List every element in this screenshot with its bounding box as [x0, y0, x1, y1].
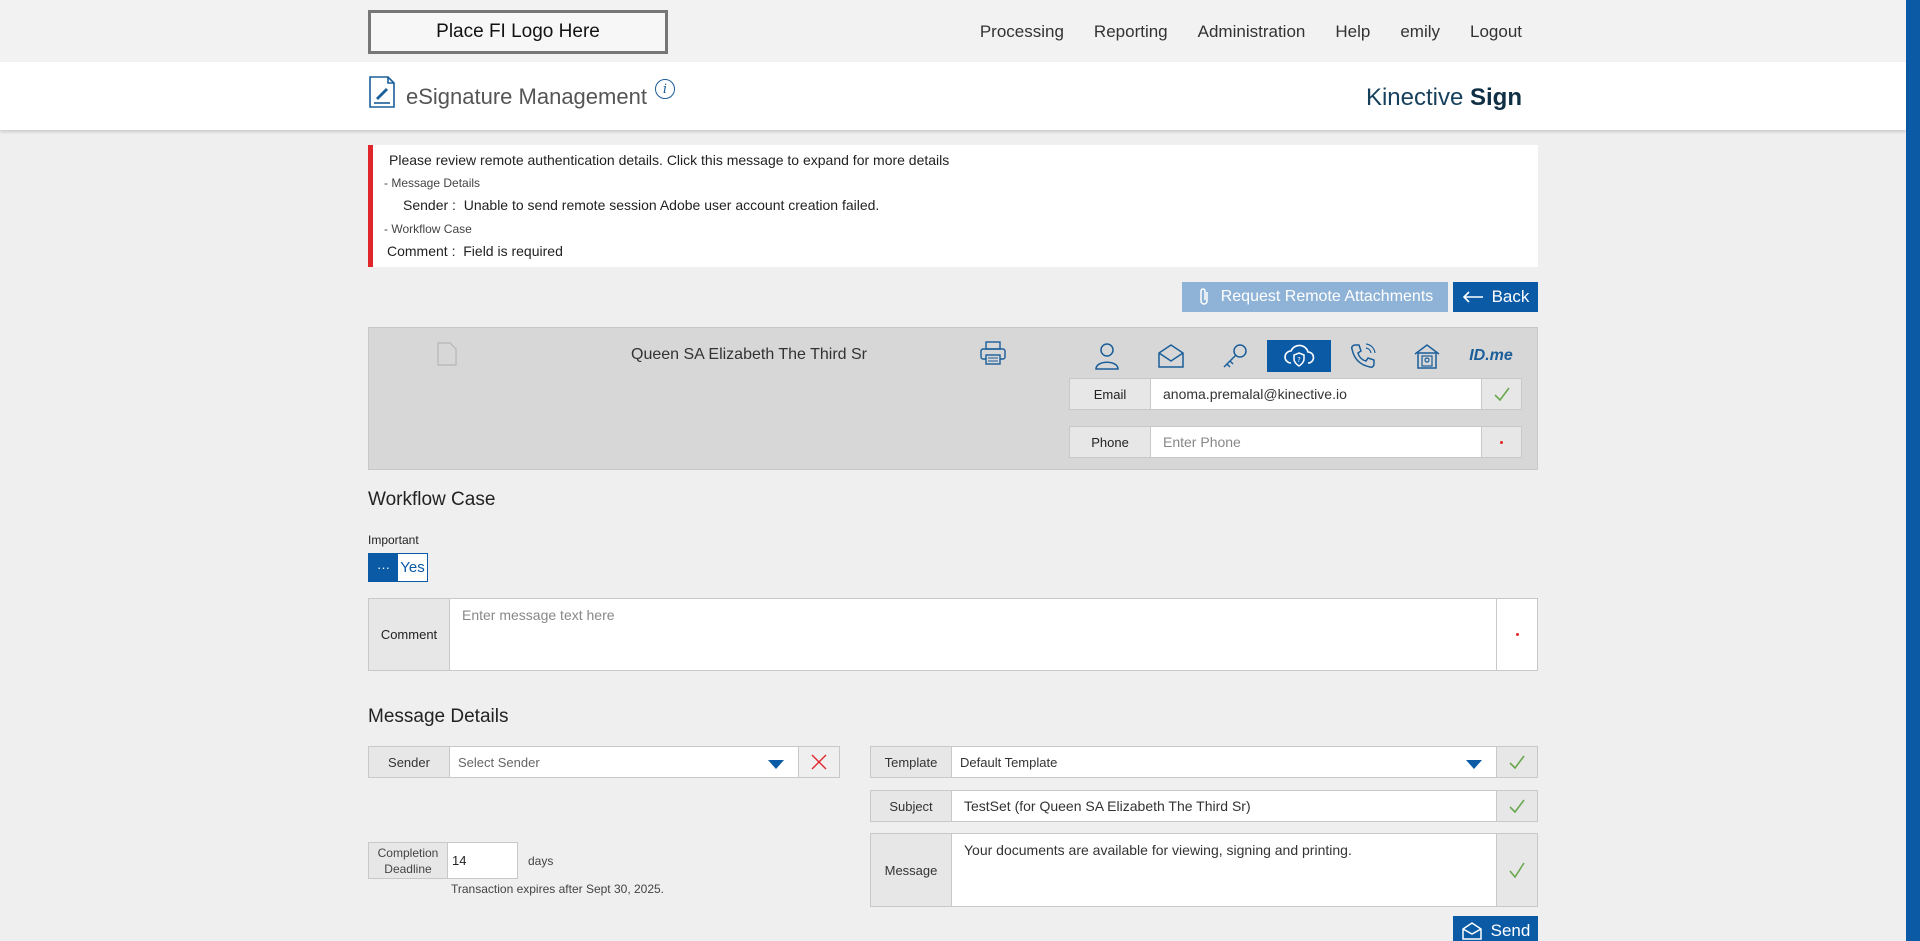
chevron-down-icon	[1466, 760, 1482, 769]
comment-textarea[interactable]: Enter message text here	[449, 599, 1496, 670]
comment-label: Comment	[369, 599, 449, 670]
sender-clear-button[interactable]	[798, 747, 839, 777]
sender-select[interactable]: Select Sender	[449, 747, 798, 777]
alert-main-text: Please review remote authentication deta…	[389, 152, 950, 168]
message-valid-icon	[1496, 834, 1537, 906]
message-details-heading: Message Details	[368, 706, 509, 727]
alert-sender-row: Sender : Unable to send remote session A…	[403, 197, 880, 213]
template-select[interactable]: Default Template	[951, 747, 1496, 777]
email-label: Email	[1070, 379, 1150, 409]
page-title: eSignature Management	[406, 84, 647, 109]
sender-label: Sender	[369, 747, 449, 777]
recipient-name: Queen SA Elizabeth The Third Sr	[631, 346, 867, 363]
alert-section-message-details: - Message Details	[384, 176, 481, 190]
auth-user-icon[interactable]	[1075, 340, 1139, 372]
email-field[interactable]: anoma.premalal@kinective.io	[1150, 379, 1481, 409]
nav-reporting[interactable]: Reporting	[1094, 22, 1168, 42]
page-header: eSignature Management i Kinective Sign	[0, 62, 1906, 130]
important-label: Important	[368, 533, 419, 547]
back-button[interactable]: Back	[1453, 282, 1538, 312]
template-label: Template	[871, 747, 951, 777]
right-edge-stripe	[1906, 0, 1920, 941]
subject-field-row: Subject TestSet (for Queen SA Elizabeth …	[870, 790, 1538, 822]
auth-envelope-icon[interactable]	[1139, 340, 1203, 372]
brand-logo: Kinective Sign	[1365, 84, 1522, 111]
phone-required-indicator	[1481, 427, 1521, 457]
top-bar: Place FI Logo Here Processing Reporting …	[0, 0, 1906, 62]
document-icon	[437, 342, 457, 366]
template-field-row: Template Default Template	[870, 746, 1538, 778]
message-label: Message	[871, 834, 951, 906]
alert-comment-row: Comment : Field is required	[387, 243, 563, 259]
nav-logout[interactable]: Logout	[1470, 22, 1522, 42]
arrow-left-icon	[1462, 291, 1483, 303]
phone-label: Phone	[1070, 427, 1150, 457]
svg-text:?: ?	[1297, 356, 1301, 364]
alert-section-workflow: - Workflow Case	[384, 222, 472, 236]
auth-method-icons: ? ID.me	[1075, 340, 1523, 372]
nav-processing[interactable]: Processing	[980, 22, 1064, 42]
fi-logo-placeholder: Place FI Logo Here	[368, 10, 668, 54]
email-valid-icon	[1481, 379, 1521, 409]
document-sign-icon	[369, 76, 395, 108]
info-icon[interactable]: i	[655, 79, 675, 99]
comment-required-indicator	[1496, 599, 1537, 670]
nav-help[interactable]: Help	[1335, 22, 1370, 42]
subject-valid-icon	[1496, 791, 1537, 821]
nav-user[interactable]: emily	[1400, 22, 1440, 42]
auth-house-user-icon[interactable]	[1395, 340, 1459, 372]
toggle-value: Yes	[400, 559, 425, 576]
expiry-note: Transaction expires after Sept 30, 2025.	[451, 882, 665, 896]
template-valid-icon	[1496, 747, 1537, 777]
chevron-down-icon	[768, 760, 784, 769]
phone-field-row: Phone Enter Phone	[1069, 426, 1522, 458]
envelope-cloud-icon	[1461, 922, 1482, 940]
message-field-row: Message Your documents are available for…	[870, 833, 1538, 907]
close-icon	[811, 754, 827, 770]
important-toggle[interactable]: ··· Yes	[368, 553, 428, 582]
subject-label: Subject	[871, 791, 951, 821]
recipient-panel: Queen SA Elizabeth The Third Sr ? ID.me …	[368, 327, 1538, 470]
alert-message[interactable]: Please review remote authentication deta…	[368, 145, 1538, 267]
message-textarea[interactable]: Your documents are available for viewing…	[951, 834, 1496, 906]
workflow-case-heading: Workflow Case	[368, 489, 496, 510]
completion-deadline-input[interactable]: 14	[448, 842, 518, 879]
subject-input[interactable]: TestSet (for Queen SA Elizabeth The Thir…	[951, 791, 1496, 821]
nav-administration[interactable]: Administration	[1198, 22, 1306, 42]
completion-deadline-label: Completion Deadline	[368, 842, 448, 879]
phone-input[interactable]: Enter Phone	[1150, 427, 1481, 457]
toggle-knob: ···	[369, 554, 398, 581]
top-nav: Processing Reporting Administration Help…	[980, 22, 1522, 42]
paperclip-icon	[1199, 288, 1208, 305]
email-field-row: Email anoma.premalal@kinective.io	[1069, 378, 1522, 410]
auth-idme-icon[interactable]: ID.me	[1459, 340, 1523, 372]
request-remote-attachments-button[interactable]: Request Remote Attachments	[1182, 282, 1448, 312]
auth-key-icon[interactable]	[1203, 340, 1267, 372]
comment-field-row: Comment Enter message text here	[368, 598, 1538, 671]
auth-phone-icon[interactable]	[1331, 340, 1395, 372]
send-button[interactable]: Send	[1453, 916, 1538, 941]
days-label: days	[528, 854, 554, 868]
sender-field-row: Sender Select Sender	[368, 746, 840, 778]
printer-icon[interactable]	[979, 340, 1007, 366]
auth-cloud-shield-icon[interactable]: ?	[1267, 340, 1331, 372]
